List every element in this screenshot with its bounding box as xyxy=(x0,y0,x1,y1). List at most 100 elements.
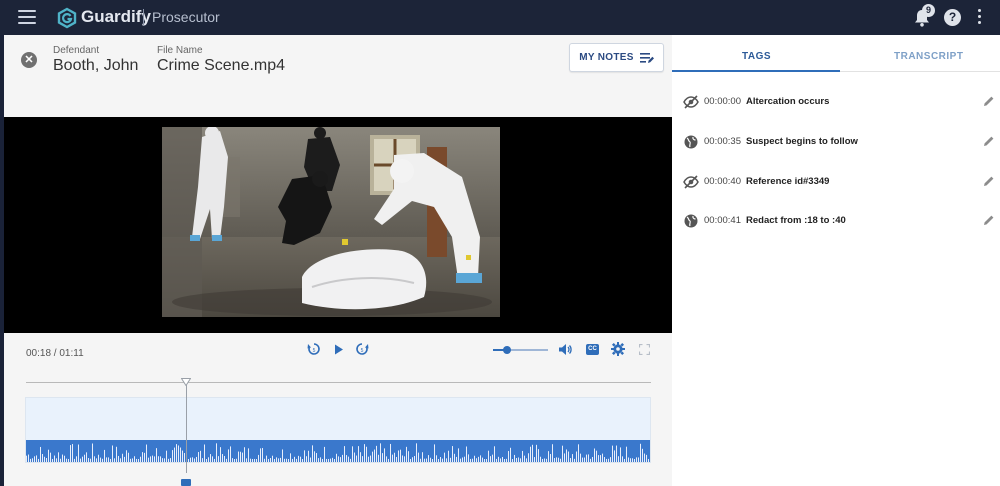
tab-divider xyxy=(840,71,1000,72)
waveform-bar xyxy=(542,458,543,462)
waveform-bar xyxy=(480,455,481,462)
play-icon[interactable] xyxy=(334,344,344,355)
waveform-bar xyxy=(388,458,389,462)
help-icon[interactable]: ? xyxy=(944,9,961,26)
playback-time: 00:18 / 01:11 xyxy=(26,348,84,359)
waveform-bar xyxy=(244,447,245,462)
my-notes-button[interactable]: MY NOTES xyxy=(569,43,664,72)
closed-captions-icon[interactable]: CC xyxy=(586,344,599,355)
tab-transcript[interactable]: TRANSCRIPT xyxy=(894,51,963,62)
waveform-bar xyxy=(538,449,539,462)
waveform-bar xyxy=(60,458,61,462)
waveform-bar xyxy=(540,456,541,462)
svg-text:5: 5 xyxy=(361,348,364,354)
waveform-bar xyxy=(164,458,165,462)
menu-icon[interactable] xyxy=(18,10,36,24)
audio-waveform[interactable] xyxy=(25,397,651,463)
waveform-bar xyxy=(608,458,609,462)
waveform-bar xyxy=(350,458,351,462)
waveform-bar xyxy=(98,454,99,462)
waveform-bar xyxy=(484,458,485,462)
waveform-bar xyxy=(550,454,551,462)
waveform-bar xyxy=(382,453,383,462)
waveform-bar xyxy=(312,445,313,462)
waveform-bar xyxy=(508,451,509,462)
waveform-bar xyxy=(226,458,227,462)
fullscreen-icon[interactable] xyxy=(639,344,650,355)
waveform-bar xyxy=(422,452,423,462)
waveform-bar xyxy=(264,458,265,462)
waveform-bar xyxy=(410,458,411,462)
waveform-bar xyxy=(220,447,221,462)
waveform-bar xyxy=(260,448,261,462)
waveform-bar xyxy=(240,451,241,462)
waveform-bar xyxy=(340,457,341,462)
rewind-icon[interactable]: 5 xyxy=(307,342,321,356)
waveform-bar xyxy=(206,458,207,462)
tags-panel: TAGS TRANSCRIPT 00:00:00 Altercation occ… xyxy=(672,35,1000,486)
waveform-bar xyxy=(108,457,109,462)
edit-pencil-icon[interactable] xyxy=(983,135,995,147)
brand-name: Guardify xyxy=(81,7,151,26)
notification-count-badge: 9 xyxy=(922,4,935,17)
waveform-bar xyxy=(174,447,175,462)
waveform-bar xyxy=(356,455,357,462)
close-icon[interactable]: ✕ xyxy=(21,52,37,68)
waveform-bar xyxy=(276,457,277,462)
waveform-bar xyxy=(96,458,97,462)
waveform-bar xyxy=(230,446,231,462)
tag-item[interactable]: 00:00:40 Reference id#3349 xyxy=(672,170,1000,194)
playhead-marker-icon[interactable] xyxy=(181,378,191,386)
forward-icon[interactable]: 5 xyxy=(355,342,369,356)
waveform-bar xyxy=(452,446,453,462)
defendant-label: Defendant xyxy=(53,45,100,56)
file-name: Crime Scene.mp4 xyxy=(157,57,286,74)
tag-item[interactable]: 00:00:00 Altercation occurs xyxy=(672,90,1000,114)
tag-item[interactable]: 00:00:35 Suspect begins to follow xyxy=(672,130,1000,154)
waveform-bar xyxy=(76,456,77,462)
waveform-bar xyxy=(328,458,329,462)
waveform-bar xyxy=(234,458,235,462)
tab-tags[interactable]: TAGS xyxy=(742,51,771,62)
settings-gear-icon[interactable] xyxy=(611,342,625,356)
waveform-bar xyxy=(32,458,33,462)
waveform-bar xyxy=(106,457,107,462)
volume-slider-handle[interactable] xyxy=(503,346,511,354)
waveform-bar xyxy=(620,447,621,462)
eye-off-icon xyxy=(683,95,699,109)
waveform-bar xyxy=(374,449,375,462)
edit-pencil-icon[interactable] xyxy=(983,175,995,187)
waveform-bar xyxy=(318,458,319,462)
video-player[interactable] xyxy=(4,117,672,333)
waveform-bar xyxy=(66,458,67,462)
waveform-bar xyxy=(432,458,433,462)
waveform-bar xyxy=(258,454,259,462)
waveform-bar xyxy=(110,458,111,462)
waveform-bar xyxy=(132,458,133,462)
more-options-icon[interactable] xyxy=(976,9,982,26)
tag-item[interactable]: 00:00:41 Redact from :18 to :40 xyxy=(672,209,1000,233)
waveform-bar xyxy=(202,458,203,462)
waveform-bar xyxy=(464,456,465,462)
waveform-bar xyxy=(68,458,69,462)
playhead-handle[interactable] xyxy=(181,479,191,486)
timeline-track[interactable] xyxy=(26,382,651,383)
waveform-bar xyxy=(404,456,405,462)
waveform-bar xyxy=(300,456,301,462)
waveform-bar xyxy=(266,455,267,462)
waveform-bar xyxy=(386,456,387,462)
waveform-bar xyxy=(502,456,503,462)
edit-pencil-icon[interactable] xyxy=(983,95,995,107)
waveform-bar xyxy=(438,458,439,462)
waveform-bar xyxy=(92,443,93,462)
edit-pencil-icon[interactable] xyxy=(983,214,995,226)
waveform-bar xyxy=(142,452,143,462)
volume-icon[interactable] xyxy=(558,343,572,356)
waveform-bar xyxy=(338,456,339,462)
waveform-bar xyxy=(26,455,27,462)
file-name-label: File Name xyxy=(157,45,203,56)
waveform-bar xyxy=(632,458,633,462)
waveform-bar xyxy=(564,453,565,462)
waveform-bar xyxy=(38,458,39,462)
waveform-bar xyxy=(392,454,393,462)
